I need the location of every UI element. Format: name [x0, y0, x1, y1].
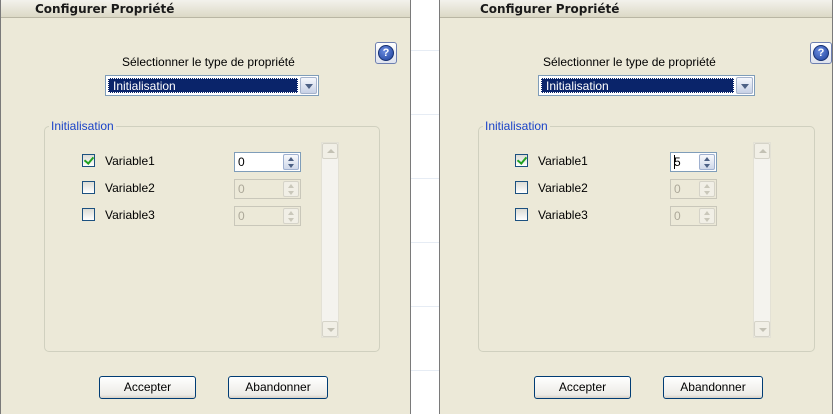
- initialisation-groupbox: Initialisation Variable1 5 Variable2 0 V…: [478, 119, 815, 352]
- variable3-spinner: 0: [670, 206, 717, 226]
- cancel-button[interactable]: Abandonner: [663, 376, 763, 399]
- variable1-spinner[interactable]: 0: [234, 152, 301, 172]
- configure-property-dialog-1: Configurer Propriété ? Sélectionner le t…: [0, 0, 411, 414]
- variable2-value: 0: [238, 182, 245, 196]
- variable2-checkbox[interactable]: [82, 181, 95, 194]
- spin-up-down-icon: [699, 181, 715, 197]
- variable3-checkbox[interactable]: [515, 208, 528, 221]
- property-type-prompt: Sélectionner le type de propriété: [122, 55, 295, 69]
- groupbox-legend: Initialisation: [483, 119, 550, 133]
- spin-up-down-icon[interactable]: [283, 154, 299, 170]
- help-question-icon: ?: [378, 45, 394, 61]
- configure-property-dialog-2: Configurer Propriété ? Sélectionner le t…: [439, 0, 833, 414]
- variable2-checkbox[interactable]: [515, 181, 528, 194]
- variable3-spinner: 0: [234, 206, 301, 226]
- spin-up-down-icon: [283, 208, 299, 224]
- spin-up-down-icon: [283, 181, 299, 197]
- groupbox-legend: Initialisation: [49, 119, 116, 133]
- chevron-down-icon[interactable]: [300, 77, 317, 94]
- property-type-select[interactable]: Initialisation: [105, 75, 319, 96]
- spin-up-down-icon[interactable]: [699, 154, 715, 170]
- cancel-button[interactable]: Abandonner: [228, 376, 328, 399]
- property-type-select[interactable]: Initialisation: [538, 75, 755, 96]
- variable1-checkbox[interactable]: [82, 154, 95, 167]
- variable3-checkbox[interactable]: [82, 208, 95, 221]
- accept-button[interactable]: Accepter: [534, 376, 631, 399]
- variable1-label: Variable1: [538, 154, 588, 168]
- scroll-down-arrow-icon[interactable]: [754, 321, 770, 337]
- variables-scrollbar[interactable]: [753, 142, 771, 338]
- variables-scrollbar[interactable]: [321, 142, 339, 338]
- variable3-value: 0: [238, 209, 245, 223]
- variable2-spinner: 0: [234, 179, 301, 199]
- property-type-prompt: Sélectionner le type de propriété: [543, 55, 716, 69]
- variable2-value: 0: [674, 182, 681, 196]
- scroll-up-arrow-icon[interactable]: [754, 143, 770, 159]
- variable1-value[interactable]: 0: [238, 155, 245, 169]
- help-button[interactable]: ?: [810, 42, 832, 64]
- variable3-value: 0: [674, 209, 681, 223]
- variable2-label: Variable2: [105, 181, 155, 195]
- variable2-spinner: 0: [670, 179, 717, 199]
- property-type-selected-value: Initialisation: [108, 78, 298, 93]
- variable3-label: Variable3: [105, 208, 155, 222]
- dialog-title: Configurer Propriété: [440, 0, 832, 18]
- variable2-label: Variable2: [538, 181, 588, 195]
- spin-up-down-icon: [699, 208, 715, 224]
- chevron-down-icon[interactable]: [736, 77, 753, 94]
- variable1-value[interactable]: 5: [674, 155, 681, 169]
- help-button[interactable]: ?: [375, 42, 397, 64]
- dialog-title: Configurer Propriété: [1, 0, 410, 18]
- help-question-icon: ?: [813, 45, 829, 61]
- property-type-selected-value: Initialisation: [541, 78, 734, 93]
- variable1-label: Variable1: [105, 154, 155, 168]
- scroll-down-arrow-icon[interactable]: [322, 321, 338, 337]
- variable1-spinner[interactable]: 5: [670, 152, 717, 172]
- variable1-checkbox[interactable]: [515, 154, 528, 167]
- variable3-label: Variable3: [538, 208, 588, 222]
- scroll-up-arrow-icon[interactable]: [322, 143, 338, 159]
- initialisation-groupbox: Initialisation Variable1 0 Variable2 0 V…: [44, 119, 380, 352]
- accept-button[interactable]: Accepter: [99, 376, 196, 399]
